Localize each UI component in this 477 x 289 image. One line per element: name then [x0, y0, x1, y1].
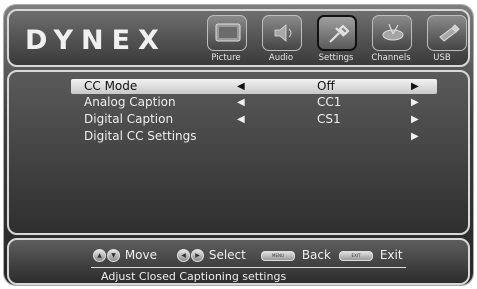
- right-arrow-button-icon: ▶: [191, 249, 204, 262]
- arrow-left-icon[interactable]: ◀: [237, 95, 245, 110]
- arrow-right-icon[interactable]: ▶: [411, 112, 419, 127]
- arrow-right-icon[interactable]: ▶: [411, 79, 419, 94]
- hint-back-label: Back: [301, 248, 331, 262]
- channels-icon: [382, 23, 404, 41]
- usb-icon: [439, 24, 460, 42]
- setting-value: CS1: [317, 112, 341, 126]
- tab-picture[interactable]: [207, 15, 247, 51]
- settings-icon: [329, 24, 350, 43]
- setting-label: Digital CC Settings: [84, 129, 197, 143]
- tab-settings-label: Settings: [318, 53, 354, 63]
- setting-row-analog-caption[interactable]: Analog Caption ◀ CC1 ▶: [71, 95, 437, 110]
- menu-button-icon: MENU: [261, 250, 295, 261]
- exit-button-icon: EXIT: [339, 250, 373, 261]
- tab-audio[interactable]: [262, 15, 302, 51]
- setting-value: CC1: [317, 95, 342, 109]
- footer-help-bar: ▲ ▼ Move ◀ ▶ Select MENU Back EXIT Exit Ad…: [7, 238, 470, 285]
- left-arrow-button-icon: ◀: [177, 249, 190, 262]
- tab-channels[interactable]: [372, 15, 412, 51]
- tab-audio-label: Audio: [268, 53, 294, 63]
- arrow-left-icon[interactable]: ◀: [237, 79, 245, 94]
- hint-move-label: Move: [124, 248, 158, 262]
- tab-usb-label: USB: [433, 53, 451, 63]
- top-menu-bar: DYNEX Picture Audio Settings Channels US…: [7, 9, 470, 67]
- hint-move: ▲ ▼ Move: [93, 248, 157, 262]
- setting-label: Digital Caption: [84, 112, 174, 126]
- settings-panel: CC Mode ◀ Off ▶ Analog Caption ◀ CC1 ▶ D…: [7, 70, 470, 235]
- setting-row-digital-cc-settings[interactable]: Digital CC Settings ▶: [71, 129, 437, 144]
- setting-label: CC Mode: [84, 79, 138, 93]
- setting-row-cc-mode[interactable]: CC Mode ◀ Off ▶: [71, 79, 437, 94]
- hint-exit-label: Exit: [379, 248, 403, 262]
- tab-settings[interactable]: [317, 15, 357, 51]
- hint-select: ◀ ▶ Select: [177, 248, 246, 262]
- tab-usb[interactable]: [427, 15, 467, 51]
- up-arrow-button-icon: ▲: [93, 249, 106, 262]
- setting-row-digital-caption[interactable]: Digital Caption ◀ CS1 ▶: [71, 112, 437, 127]
- setting-value: Off: [317, 79, 335, 93]
- picture-icon: [215, 23, 241, 42]
- arrow-left-icon[interactable]: ◀: [237, 112, 245, 127]
- arrow-right-icon[interactable]: ▶: [411, 129, 419, 144]
- audio-icon: [274, 24, 292, 42]
- footer-divider: [91, 267, 406, 268]
- help-description: Adjust Closed Captioning settings: [101, 270, 287, 283]
- tab-picture-label: Picture: [211, 53, 241, 63]
- arrow-right-icon[interactable]: ▶: [411, 95, 419, 110]
- setting-label: Analog Caption: [84, 95, 176, 109]
- hint-select-label: Select: [208, 248, 246, 262]
- tab-channels-label: Channels: [371, 53, 411, 63]
- dynex-logo: DYNEX: [25, 25, 167, 56]
- hint-exit: EXIT Exit: [339, 248, 403, 262]
- down-arrow-button-icon: ▼: [107, 249, 120, 262]
- hint-back: MENU Back: [261, 248, 331, 262]
